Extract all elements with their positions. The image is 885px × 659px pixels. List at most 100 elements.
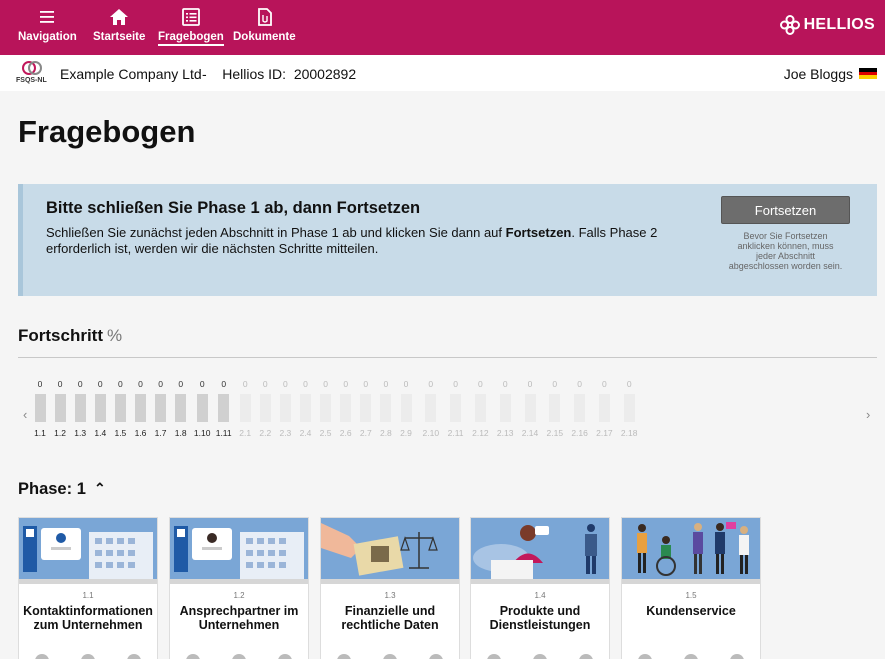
progress-section-2-6[interactable]: 0 2.6 — [335, 379, 357, 438]
card-name: Kundenservice — [646, 604, 736, 618]
progress-value: 0 — [478, 379, 483, 389]
progress-label: 2.16 — [571, 428, 588, 438]
progress-bar — [155, 394, 167, 422]
card-illustration — [170, 518, 308, 579]
progress-bar — [135, 394, 146, 422]
progress-bar — [196, 394, 208, 422]
progress-section-2-5[interactable]: 0 2.5 — [315, 379, 337, 438]
section-card[interactable]: 1.2 Ansprechpartner im Unternehmen — [169, 517, 309, 659]
company-logo: FSQS-NL — [16, 60, 56, 88]
nav-label: Startseite — [93, 31, 146, 43]
list-icon — [182, 8, 200, 26]
section-card[interactable]: 1.3 Finanzielle und rechtliche Daten — [320, 517, 460, 659]
progress-value: 0 — [158, 379, 163, 389]
progress-value: 0 — [57, 379, 63, 389]
progress-section-2-15[interactable]: 0 2.15 — [544, 379, 566, 438]
hellios-logo-icon — [779, 15, 800, 35]
progress-section-1-10[interactable]: 0 1.10 — [191, 379, 213, 438]
progress-label: 1.8 — [174, 428, 187, 438]
progress-section-2-7[interactable]: 0 2.7 — [355, 379, 377, 438]
progress-bar — [340, 394, 352, 422]
progress-section-1-5[interactable]: 0 1.5 — [109, 379, 131, 438]
alert-text: Schließen Sie zunächst jeden Abschnitt i… — [46, 225, 658, 256]
nav-navigation[interactable]: Navigation — [18, 6, 77, 52]
progress-section-2-8[interactable]: 0 2.8 — [375, 379, 397, 438]
progress-bar — [474, 394, 486, 422]
progress-label: 1.10 — [193, 428, 211, 438]
progress-section-1-8[interactable]: 0 1.8 — [170, 379, 192, 438]
progress-value: 0 — [323, 379, 328, 389]
progress-label: 1.2 — [54, 428, 66, 438]
menu-icon — [40, 11, 55, 23]
document-icon — [258, 8, 273, 26]
progress-bar — [175, 394, 187, 422]
brand-logo: HELLIOS — [779, 15, 875, 35]
card-name: Produkte und Dienstleistungen — [489, 604, 591, 632]
nav-fragebogen[interactable]: Fragebogen — [158, 6, 224, 52]
progress-label: 2.17 — [596, 428, 613, 438]
progress-bar — [425, 394, 437, 422]
progress-section-2-9[interactable]: 0 2.9 — [395, 379, 417, 438]
progress-section-1-7[interactable]: 0 1.7 — [150, 379, 172, 438]
progress-value: 0 — [178, 379, 184, 389]
progress-value: 0 — [383, 379, 389, 389]
progress-section-1-4[interactable]: 0 1.4 — [89, 379, 111, 438]
progress-bar — [499, 394, 511, 422]
progress-bar — [259, 394, 271, 422]
nav-dokumente[interactable]: Dokumente — [233, 6, 296, 52]
progress-section-2-13[interactable]: 0 2.13 — [494, 379, 516, 438]
progress-section-1-11[interactable]: 0 1.11 — [213, 379, 235, 438]
fortsetzen-note: Bevor Sie Fortsetzen anklicken können, m… — [728, 231, 843, 271]
progress-label: 2.12 — [472, 428, 489, 438]
progress-section-2-11[interactable]: 0 2.11 — [445, 379, 467, 438]
progress-section-2-18[interactable]: 0 2.18 — [618, 379, 640, 438]
progress-section-2-17[interactable]: 0 2.17 — [593, 379, 615, 438]
section-card[interactable]: 1.5 Kundenservice — [621, 517, 761, 659]
nav-label: Fragebogen — [158, 31, 224, 46]
progress-section-1-1[interactable]: 0 1.1 — [29, 379, 51, 438]
card-number: 1.1 — [82, 591, 94, 600]
progress-bar — [54, 394, 66, 422]
progress-section-1-6[interactable]: 0 1.6 — [130, 379, 152, 438]
progress-section-2-3[interactable]: 0 2.3 — [274, 379, 296, 438]
progress-label: 2.1 — [239, 428, 252, 438]
chevron-right-icon[interactable]: › — [866, 407, 870, 422]
user-name[interactable]: Joe Bloggs — [784, 66, 853, 82]
card-separator — [622, 579, 760, 584]
progress-label: 2.10 — [422, 428, 440, 438]
progress-section-2-14[interactable]: 0 2.14 — [519, 379, 541, 438]
fortsetzen-button[interactable]: Fortsetzen — [721, 196, 850, 224]
card-illustration — [19, 518, 157, 579]
progress-value: 0 — [626, 379, 632, 389]
progress-section-2-2[interactable]: 0 2.2 — [254, 379, 276, 438]
progress-section-2-12[interactable]: 0 2.12 — [469, 379, 491, 438]
home-icon — [110, 9, 129, 25]
progress-bar — [524, 394, 536, 422]
nav-startseite[interactable]: Startseite — [93, 6, 145, 52]
chevron-left-icon[interactable]: ‹ — [23, 407, 27, 422]
card-number: 1.4 — [534, 591, 546, 600]
progress-value: 0 — [221, 379, 227, 389]
section-card[interactable]: 1.1 Kontaktinformationen zum Unternehmen — [18, 517, 158, 659]
logo-text: FSQS-NL — [16, 77, 47, 84]
progress-bar — [239, 394, 251, 422]
progress-section-2-16[interactable]: 0 2.16 — [569, 379, 591, 438]
progress-section-1-2[interactable]: 0 1.2 — [49, 379, 71, 438]
progress-value: 0 — [343, 379, 349, 389]
phase-alert: Bitte schließen Sie Phase 1 ab, dann For… — [18, 184, 877, 296]
progress-section-2-10[interactable]: 0 2.10 — [420, 379, 442, 438]
progress-value: 0 — [453, 379, 458, 389]
phase-title: Phase: 1 — [18, 480, 86, 498]
progress-value: 0 — [303, 379, 308, 389]
progress-section-1-3[interactable]: 0 1.3 — [69, 379, 91, 438]
chevron-up-icon[interactable]: ⌃ — [94, 480, 106, 497]
section-card[interactable]: 1.4 Produkte und Dienstleistungen — [470, 517, 610, 659]
card-separator — [471, 579, 609, 584]
progress-section-2-4[interactable]: 0 2.4 — [295, 379, 317, 438]
progress-label: 2.6 — [339, 428, 352, 438]
card-status-dots — [321, 654, 459, 659]
progress-label: 2.14 — [521, 428, 539, 438]
german-flag-icon[interactable] — [859, 68, 877, 79]
divider — [18, 357, 877, 358]
progress-section-2-1[interactable]: 0 2.1 — [234, 379, 256, 438]
